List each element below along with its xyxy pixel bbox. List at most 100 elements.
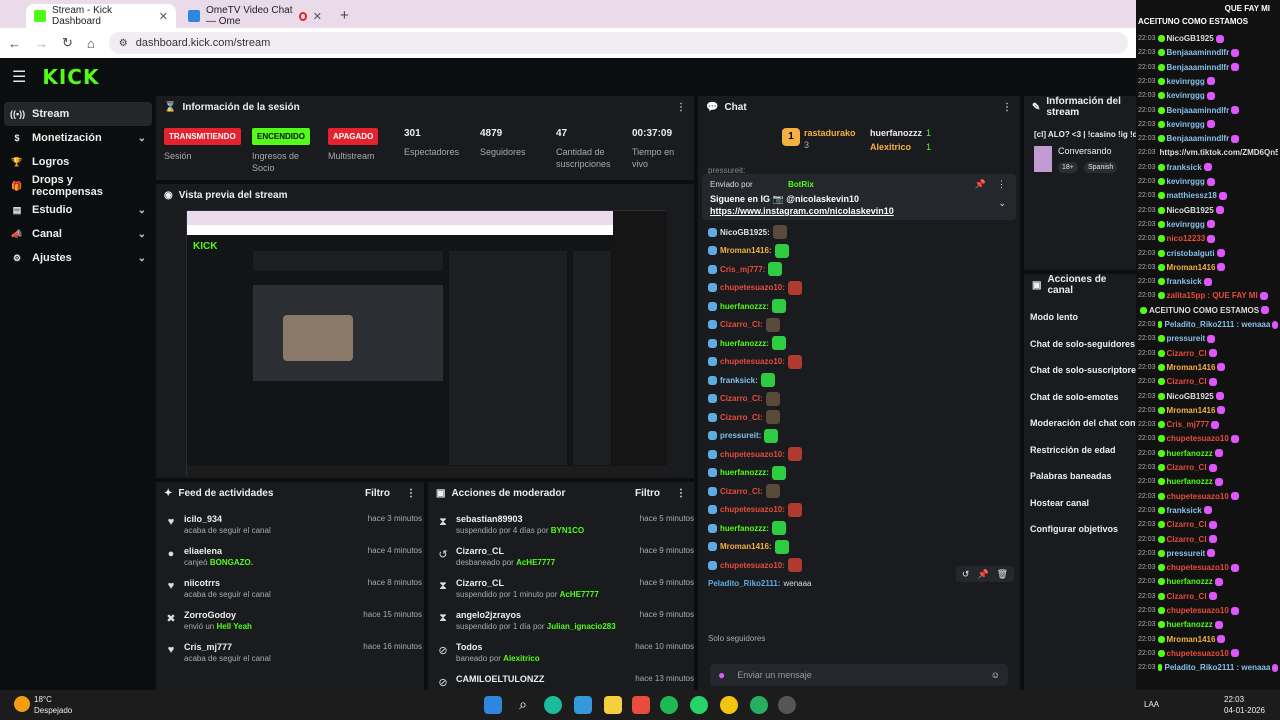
chat-message[interactable]: chupetesuazo10: [708,280,802,296]
chat-message[interactable]: Cizarro_Cl: [708,391,780,407]
more-icon[interactable]: ⋮ [406,488,416,499]
reply-icon[interactable]: ↺ [962,569,970,580]
kick-logo[interactable]: KICK [42,65,99,89]
list-item[interactable]: ⧗ angelo2jzrayos suspendido por 1 día por … [436,608,694,636]
site-info-icon[interactable]: ⚙ [119,38,128,49]
reload-icon[interactable]: ↻ [62,35,73,51]
chat-username[interactable]: chupetesuazo10: [720,283,785,292]
channel-action-item[interactable]: Hostear canal [1030,498,1089,508]
chat-username[interactable]: Peladito_Riko2111: [708,579,780,588]
chat-username[interactable]: chupetesuazo10: [720,357,785,366]
chat-username[interactable]: huerfanozzz: [720,468,769,477]
close-tab-icon[interactable]: ✕ [159,10,168,23]
chat-message[interactable]: chupetesuazo10: [708,446,802,462]
chat-username[interactable]: huerfanozzz: [720,339,769,348]
list-item[interactable]: ⊘ Todos baneado por Alexitrico hace 10 minu… [436,640,694,668]
chat-message[interactable]: Mroman1416: [708,243,789,259]
chat-username[interactable]: huerfanozzz: [720,524,769,533]
close-tab-icon[interactable]: ✕ [313,10,322,23]
chat-username[interactable]: Cizarro_Cl: [720,394,763,403]
sidebar-item[interactable]: 🎁 Drops y recompensas [4,174,152,198]
more-icon[interactable]: ⋮ [997,179,1006,190]
xbox-icon[interactable] [750,696,768,714]
top-gifter-name[interactable]: rastadurako [804,128,856,138]
search-icon[interactable]: ⌕ [514,696,532,714]
sidebar-item[interactable]: ▤ Estudio ⌄ [4,198,152,222]
tab-ometv[interactable]: OmeTV Video Chat — Ome ✕ [180,4,330,28]
chat-message[interactable]: franksick: [708,372,775,388]
chat-username[interactable]: chupetesuazo10: [720,561,785,570]
chat-username[interactable]: chupetesuazo10: [720,450,785,459]
chat-username[interactable]: Mroman1416: [720,542,772,551]
channel-action-item[interactable]: Chat de solo-seguidores [1030,339,1135,349]
chat-message[interactable]: huerfanozzz: [708,465,786,481]
chat-username[interactable]: franksick: [720,376,758,385]
delete-icon[interactable]: 🗑 [997,569,1008,580]
app-icon[interactable] [778,696,796,714]
pinned-link[interactable]: https://www.instagram.com/nicolaskevin10 [710,206,894,216]
chat-message[interactable]: Cizarro_Cl: [708,483,780,499]
list-item[interactable]: ↺ Cizarro_CL desbaneado por AcHE7777 hace 9… [436,544,694,572]
list-item[interactable]: ⊘ CAMILOELTULONZZ hace 13 minutos [436,672,694,690]
chat-message[interactable]: chupetesuazo10: [708,502,802,518]
chat-message[interactable]: huerfanozzz: [708,335,786,351]
keyboard-lang[interactable]: LAA [1144,700,1159,709]
chevron-down-icon[interactable]: ⌄ [998,198,1006,209]
home-icon[interactable]: ⌂ [87,36,95,51]
chat-message[interactable]: Cizarro_Cl: [708,317,780,333]
url-field[interactable]: ⚙ dashboard.kick.com/stream [108,32,1128,54]
stream-preview-video[interactable]: KICK [186,210,667,476]
app-icon[interactable] [632,696,650,714]
list-item[interactable]: ♥ niicotrrs acaba de seguir el canal hace 8… [164,576,422,604]
clock-time[interactable]: 22:03 [1224,695,1244,704]
start-icon[interactable] [484,696,502,714]
channel-action-item[interactable]: Configurar objetivos [1030,524,1118,534]
list-item[interactable]: ✖ ZorroGodoy envió un Hell Yeah hace 15 min… [164,608,422,636]
chat-username[interactable]: Cris_mj777: [720,265,765,274]
more-icon[interactable]: ⋮ [676,102,686,113]
feed-filter-button[interactable]: Filtro [365,488,390,499]
sidebar-item[interactable]: ⚙ Ajustes ⌄ [4,246,152,270]
chat-message[interactable]: Cizarro_Cl: [708,409,780,425]
list-item[interactable]: ⧗ sebastian89903 suspendido por 4 días por… [436,512,694,540]
tab-kick-dashboard[interactable]: Stream - Kick Dashboard ✕ [26,4,176,28]
list-item[interactable]: ● eliaelena canjeó BONGAZO. hace 4 minutos [164,544,422,572]
mod-filter-button[interactable]: Filtro [635,488,660,499]
chat-username[interactable]: chupetesuazo10: [720,505,785,514]
back-icon[interactable]: ← [8,36,21,51]
chat-username[interactable]: NicoGB1925: [720,228,770,237]
emoji-icon[interactable]: ☺ [991,670,1000,680]
chat-message[interactable]: chupetesuazo10: [708,557,802,573]
explorer-icon[interactable] [604,696,622,714]
mic-icon[interactable]: ● [718,668,725,682]
edge-icon[interactable] [544,696,562,714]
chat-input[interactable]: ● Enviar un mensaje ☺ [710,664,1008,686]
chat-username[interactable]: Cizarro_Cl: [720,487,763,496]
channel-action-item[interactable]: Modo lento [1030,312,1078,322]
sidebar-item[interactable]: ((•)) Stream [4,102,152,126]
list-item[interactable]: ⧗ Cizarro_CL suspendido por 1 minuto por A… [436,576,694,604]
channel-action-item[interactable]: Palabras baneadas [1030,471,1112,481]
menu-icon[interactable]: ☰ [12,67,26,87]
chat-username[interactable]: huerfanozzz: [720,302,769,311]
spotify-icon[interactable] [660,696,678,714]
sidebar-item[interactable]: $ Monetización ⌄ [4,126,152,150]
category-name[interactable]: Conversando [1058,146,1112,156]
chat-username[interactable]: Mroman1416: [720,246,772,255]
sidebar-item[interactable]: 🏆 Logros [4,150,152,174]
list-item[interactable]: ♥ Cris_mj777 acaba de seguir el canal hace … [164,640,422,668]
more-icon[interactable]: ⋮ [1002,102,1012,113]
store-icon[interactable] [574,696,592,714]
chat-message[interactable]: pressureit: [708,428,779,444]
whatsapp-icon[interactable] [690,696,708,714]
chat-username[interactable]: Cizarro_Cl: [720,320,763,329]
channel-action-item[interactable]: Moderación del chat con IA [1030,418,1136,428]
chat-message[interactable]: chupetesuazo10: [708,354,802,370]
chrome-icon[interactable] [720,696,738,714]
chat-message[interactable]: Peladito_Riko2111: wenaaa [708,576,812,592]
chat-message[interactable]: Mroman1416: [708,539,789,555]
chat-message[interactable]: huerfanozzz: [708,520,786,536]
pin-icon[interactable]: 📌 [977,569,988,580]
chat-message[interactable]: huerfanozzz: [708,298,786,314]
chat-message[interactable]: NicoGB1925: [708,224,787,240]
